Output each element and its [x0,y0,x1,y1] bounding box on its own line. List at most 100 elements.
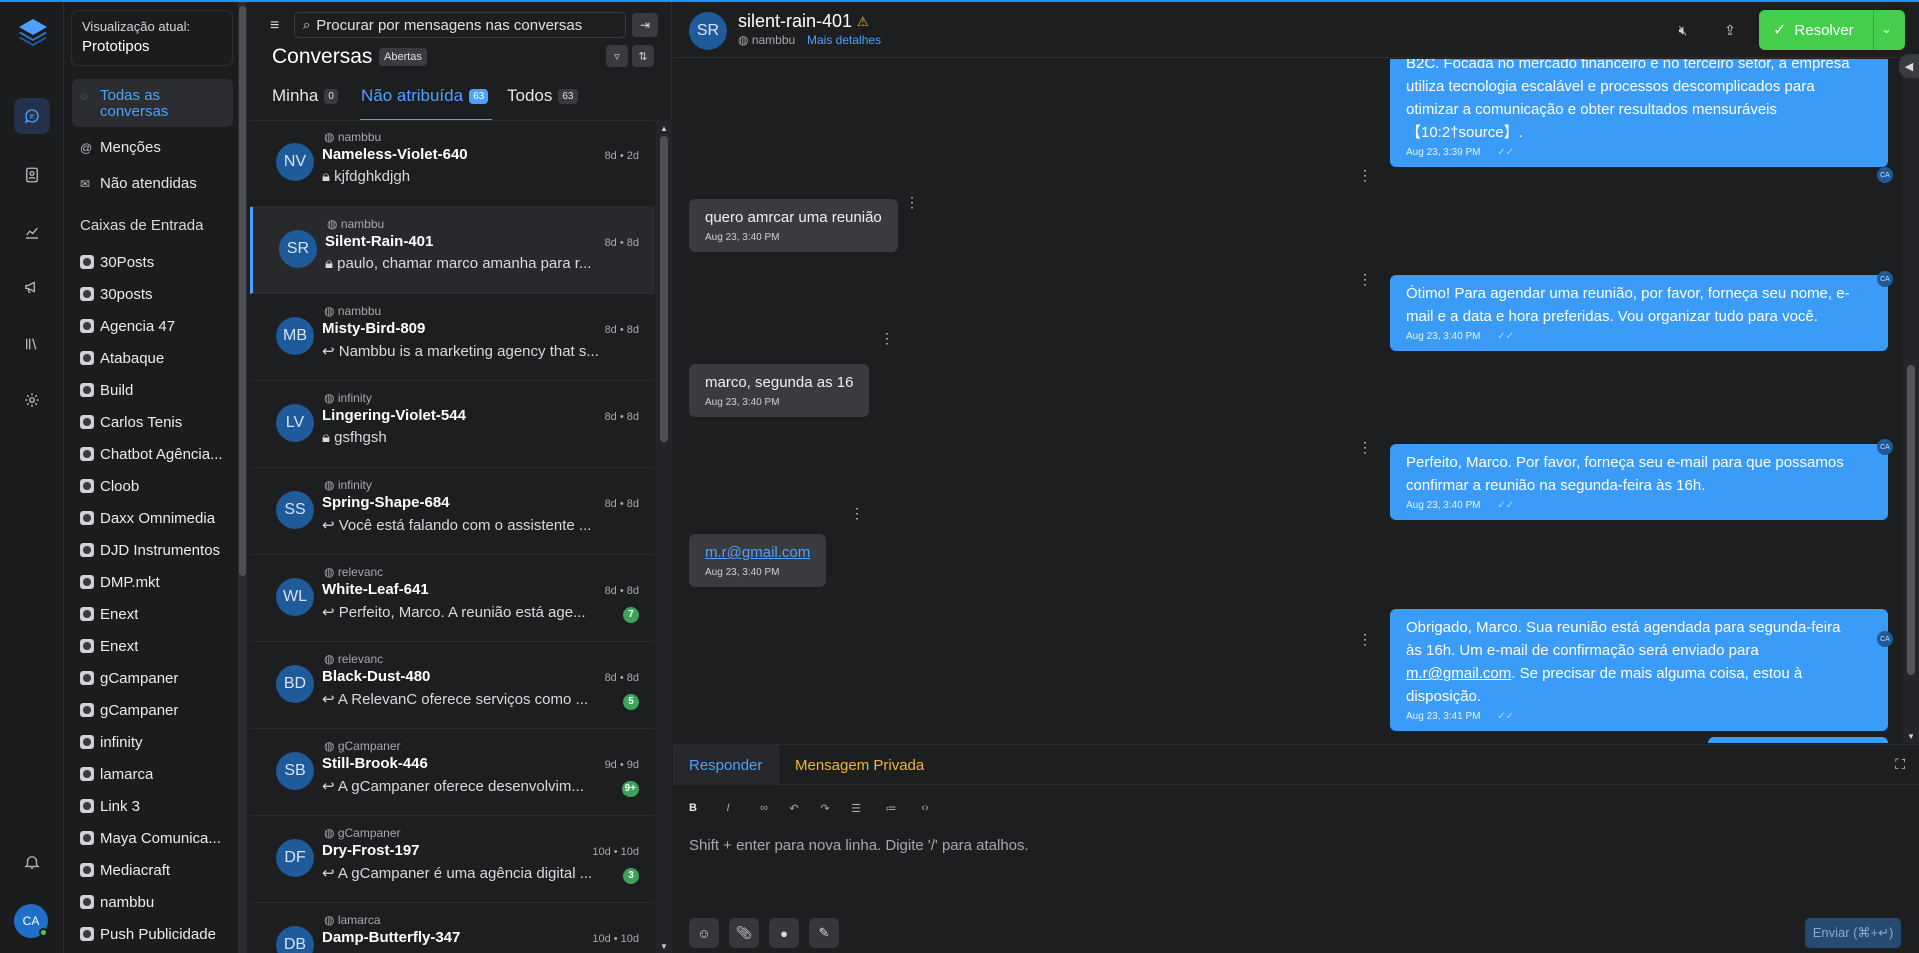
tab-mine[interactable]: Minha 0 [272,86,338,106]
thread-scroll-thumb[interactable] [1907,365,1915,675]
microphone-icon[interactable]: ● [769,918,799,948]
conversation-item[interactable]: NV ◍ nambbu Nameless-Violet-640 🔒︎ kjfdghkd… [250,120,655,207]
inbox-item[interactable]: DMP.mkt [80,570,232,594]
signature-icon[interactable]: ✎ [809,918,839,948]
share-icon[interactable]: ⇪ [1720,20,1740,40]
tab-unassigned[interactable]: Não atribuída 63 [361,86,489,106]
bullet-list-icon[interactable]: ☰ [846,799,866,817]
contact-name[interactable]: silent-rain-401 [738,11,852,32]
nav-mentions[interactable]: @ Menções [72,140,233,156]
message-options-icon[interactable]: ⋮ [1358,631,1372,648]
conversation-inbox: ◍ nambbu [324,130,381,144]
nav-unattended[interactable]: ✉ Não atendidas [72,176,233,192]
conversation-item[interactable]: LV ◍ infinity Lingering-Violet-544 🔒︎ gsfhg… [250,381,655,468]
inbox-item[interactable]: Cloob [80,474,232,498]
thread-scrollbar[interactable]: ▲ ▼ [1903,59,1919,743]
inbox-label: Carlos Tenis [100,413,183,431]
filter-icon[interactable]: ▿ [606,45,628,67]
message-options-icon[interactable]: ⋮ [1358,167,1372,184]
settings-icon[interactable] [14,382,50,418]
tab-private-note[interactable]: Mensagem Privada [779,745,940,785]
collapse-sidebar-icon[interactable]: ◀ [1899,54,1919,78]
code-icon[interactable]: ‹› [915,799,935,817]
italic-icon[interactable]: I [718,799,738,817]
tab-all[interactable]: Todos 63 [507,86,578,106]
inbox-item[interactable]: Daxx Omnimedia [80,506,232,530]
message-meta: Aug 23, 3:40 PM ✓✓ [1406,330,1872,344]
conversations-icon[interactable] [14,98,50,134]
conversation-item[interactable]: DF ◍ gCampaner Dry-Frost-197 ↩ A gCampaner … [250,816,655,903]
inbox-item[interactable]: Enext [80,634,232,658]
toggle-panel-icon[interactable]: ⇥ [632,13,658,37]
message-options-icon[interactable]: ⋮ [880,330,894,347]
inbox-item[interactable]: gCampaner [80,666,232,690]
scroll-up-icon[interactable]: ▲ [660,124,668,133]
inbox-item[interactable]: nambbu [80,890,232,914]
account-switcher[interactable]: Visualização atual: Prototipos [71,10,233,66]
inbox-item[interactable]: gCampaner [80,698,232,722]
chevron-down-icon[interactable]: ⌄ [1881,21,1892,37]
campaigns-icon[interactable] [14,269,50,305]
status-filter-badge[interactable]: Abertas [379,48,427,66]
nav-all-conversations[interactable]: ◌ Todas as conversas [72,79,233,127]
scroll-down-icon[interactable]: ▼ [1907,732,1915,741]
conversation-item[interactable]: MB ◍ nambbu Misty-Bird-809 ↩ Nambbu is a ma… [250,294,655,381]
mute-icon[interactable]: 🔇︎ [1673,20,1693,40]
notifications-icon[interactable] [14,844,50,880]
inbox-item[interactable]: Build [80,378,232,402]
link-icon[interactable]: ∞ [754,799,774,817]
numbered-list-icon[interactable]: ≔ [881,799,901,817]
inbox-item[interactable]: 30Posts [80,250,232,274]
inbox-item[interactable]: Enext [80,602,232,626]
search-input[interactable]: ⌕ Procurar por mensagens nas conversas [294,12,626,38]
sidebar-scrollbar[interactable] [238,2,247,953]
more-details-link[interactable]: Mais detalhes [807,33,881,47]
sort-icon[interactable]: ⇅ [632,45,654,67]
undo-icon[interactable]: ↶ [784,799,804,817]
list-scroll-thumb[interactable] [660,136,668,442]
inbox-item[interactable]: Chatbot Agência... [80,442,232,466]
message-options-icon[interactable]: ⋮ [850,505,864,522]
inbox-item[interactable]: infinity [80,730,232,754]
conversation-item[interactable]: SR ◍ nambbu Silent-Rain-401 🔒︎ paulo, chama… [250,207,655,294]
timestamp: 8d • 2d [604,150,639,162]
inbox-item[interactable]: Atabaque [80,346,232,370]
contact-avatar[interactable]: SR [689,12,727,50]
tab-reply[interactable]: Responder [673,745,780,785]
menu-icon[interactable]: ≡ [270,17,279,35]
conversation-item[interactable]: SS ◍ infinity Spring-Shape-684 ↩ Você está … [250,468,655,555]
scroll-down-icon[interactable]: ▼ [660,942,668,951]
inbox-item[interactable]: DJD Instrumentos [80,538,232,562]
bold-icon[interactable]: B [683,799,703,817]
conversation-item[interactable]: BD ◍ relevanc Black-Dust-480 ↩ A RelevanC o… [250,642,655,729]
sidebar-scroll-thumb[interactable] [239,6,246,576]
conversation-item[interactable]: SB ◍ gCampaner Still-Brook-446 ↩ A gCampane… [250,729,655,816]
list-scrollbar[interactable]: ▲ ▼ [656,120,672,953]
inbox-item[interactable]: lamarca [80,762,232,786]
inbox-item[interactable]: Maya Comunica... [80,826,232,850]
conversation-item[interactable]: WL ◍ relevanc White-Leaf-641 ↩ Perfeito, Ma… [250,555,655,642]
message-options-icon[interactable]: ⋮ [905,194,919,211]
email-link[interactable]: m.r@gmail.com [705,541,810,564]
inbox-item[interactable]: Mediacraft [80,858,232,882]
inbox-item[interactable]: Carlos Tenis [80,410,232,434]
resolve-button[interactable]: ✓ Resolver ⌄ [1759,10,1905,50]
message-options-icon[interactable]: ⋮ [1358,271,1372,288]
inbox-item[interactable]: Agencia 47 [80,314,232,338]
user-avatar[interactable]: CA [14,904,48,938]
library-icon[interactable] [14,326,50,362]
redo-icon[interactable]: ↷ [815,799,835,817]
emoji-icon[interactable]: ☺ [689,918,719,948]
reports-icon[interactable] [14,214,50,250]
expand-icon[interactable]: ⛶ [1895,756,1905,773]
send-button[interactable]: Enviar (⌘+↵) [1805,918,1901,948]
inbox-item[interactable]: 30posts [80,282,232,306]
contacts-icon[interactable] [14,157,50,193]
message-options-icon[interactable]: ⋮ [1358,439,1372,456]
inbox-item[interactable]: Link 3 [80,794,232,818]
conversation-item[interactable]: DB◍ lamarcaDamp-Butterfly-347↩ 10d • 10d [250,903,655,953]
email-link[interactable]: m.r@gmail.com [1406,665,1511,682]
message-input[interactable]: Shift + enter para nova linha. Digite '/… [689,837,1889,854]
inbox-item[interactable]: Push Publicidade [80,922,232,946]
attachment-icon[interactable]: 📎︎ [729,918,759,948]
